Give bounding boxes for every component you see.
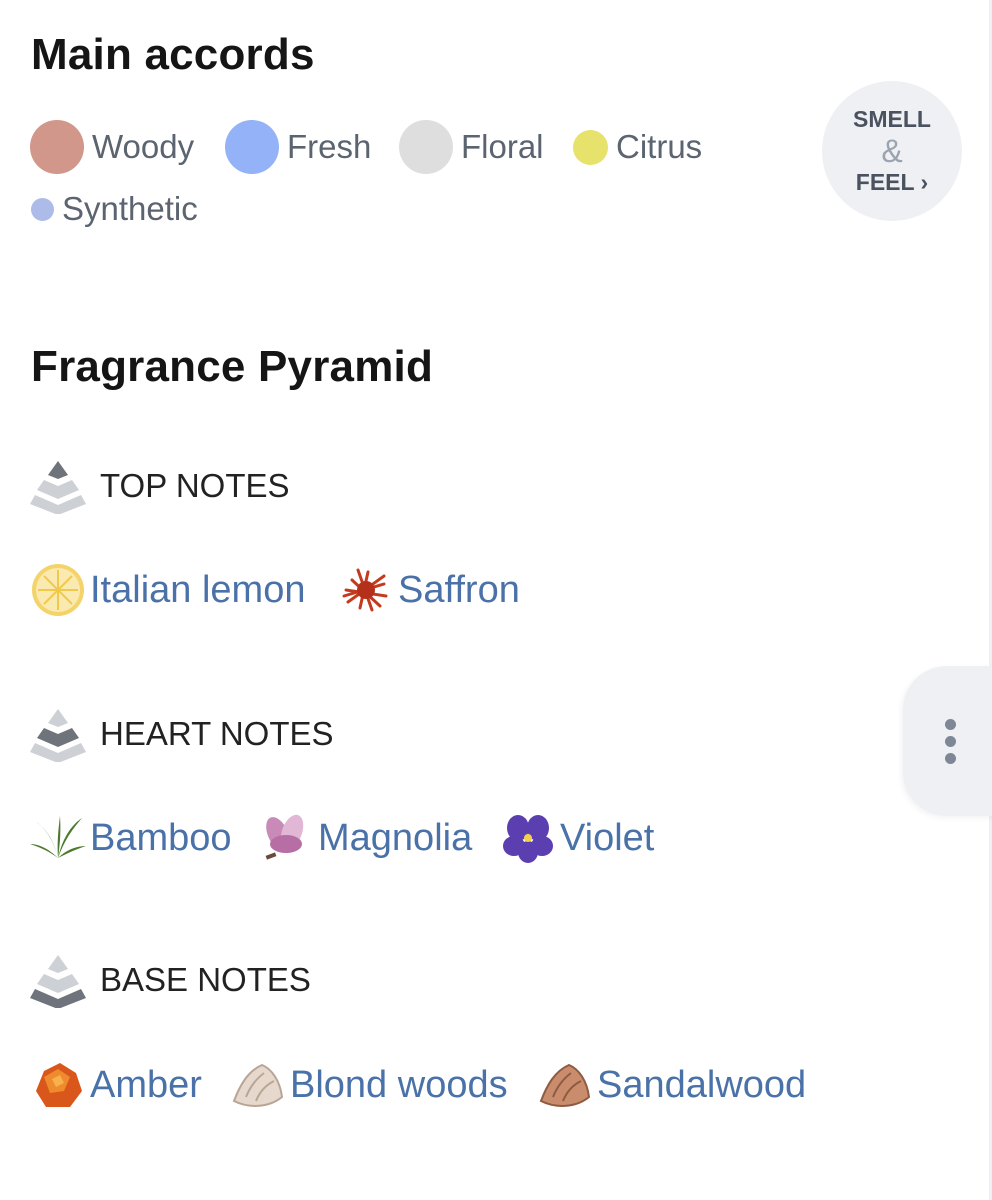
fresh-swatch <box>225 120 279 174</box>
note-blond-woods[interactable]: Blond woods <box>230 1055 508 1115</box>
base-notes-header: BASE NOTES <box>30 952 311 1008</box>
smell-feel-button[interactable]: SMELL & FEEL › <box>822 81 962 221</box>
note-name: Blond woods <box>290 1063 508 1106</box>
accord-citrus[interactable]: Citrus <box>573 119 702 175</box>
accord-label: Fresh <box>287 128 372 165</box>
synthetic-swatch <box>31 197 54 221</box>
main-accords-title: Main accords <box>31 30 315 79</box>
accord-synthetic[interactable]: Synthetic <box>31 181 198 237</box>
violet-icon <box>503 815 553 863</box>
accord-label: Synthetic <box>62 190 198 227</box>
floral-swatch <box>399 120 453 174</box>
ampersand: & <box>881 133 903 169</box>
feel-label: FEEL › <box>855 169 929 195</box>
side-menu-button[interactable] <box>903 666 992 816</box>
sandalwood-icon <box>539 1063 591 1107</box>
heart-notes-label: HEART NOTES <box>100 715 334 752</box>
note-magnolia[interactable]: Magnolia <box>258 808 472 868</box>
amber-icon <box>36 1063 82 1107</box>
note-name: Magnolia <box>318 816 473 859</box>
note-name: Sandalwood <box>597 1063 807 1106</box>
bamboo-icon <box>30 816 86 858</box>
note-amber[interactable]: Amber <box>30 1055 202 1115</box>
fragrance-pyramid-title: Fragrance Pyramid <box>31 342 434 391</box>
accord-fresh[interactable]: Fresh <box>225 119 371 175</box>
note-name: Italian lemon <box>90 568 306 611</box>
lemon-icon <box>32 564 84 616</box>
accord-woody[interactable]: Woody <box>30 119 194 175</box>
heart-notes-header: HEART NOTES <box>30 706 334 762</box>
magnolia-icon <box>265 814 304 860</box>
accord-label: Floral <box>461 128 544 165</box>
accord-floral[interactable]: Floral <box>399 119 544 175</box>
more-vertical-icon <box>945 719 956 764</box>
pyramid-heart-icon <box>30 709 86 762</box>
top-notes-label: TOP NOTES <box>100 467 290 504</box>
accord-label: Woody <box>92 128 195 165</box>
top-notes-header: TOP NOTES <box>30 458 290 514</box>
pyramid-base-icon <box>30 955 86 1008</box>
note-italian-lemon[interactable]: Italian lemon <box>30 560 305 620</box>
note-name: Violet <box>560 816 655 859</box>
note-bamboo[interactable]: Bamboo <box>30 808 232 868</box>
blond-woods-icon <box>232 1063 284 1107</box>
note-saffron[interactable]: Saffron <box>338 560 520 620</box>
note-name: Saffron <box>398 568 520 611</box>
woody-swatch <box>30 120 84 174</box>
note-sandalwood[interactable]: Sandalwood <box>537 1055 806 1115</box>
saffron-icon <box>342 568 388 612</box>
note-violet[interactable]: Violet <box>500 808 654 868</box>
note-name: Bamboo <box>90 816 232 859</box>
accord-label: Citrus <box>616 128 703 165</box>
base-notes-label: BASE NOTES <box>100 961 311 998</box>
note-name: Amber <box>90 1063 202 1106</box>
citrus-swatch <box>573 129 608 165</box>
smell-label: SMELL <box>853 106 931 132</box>
pyramid-top-icon <box>30 461 86 514</box>
